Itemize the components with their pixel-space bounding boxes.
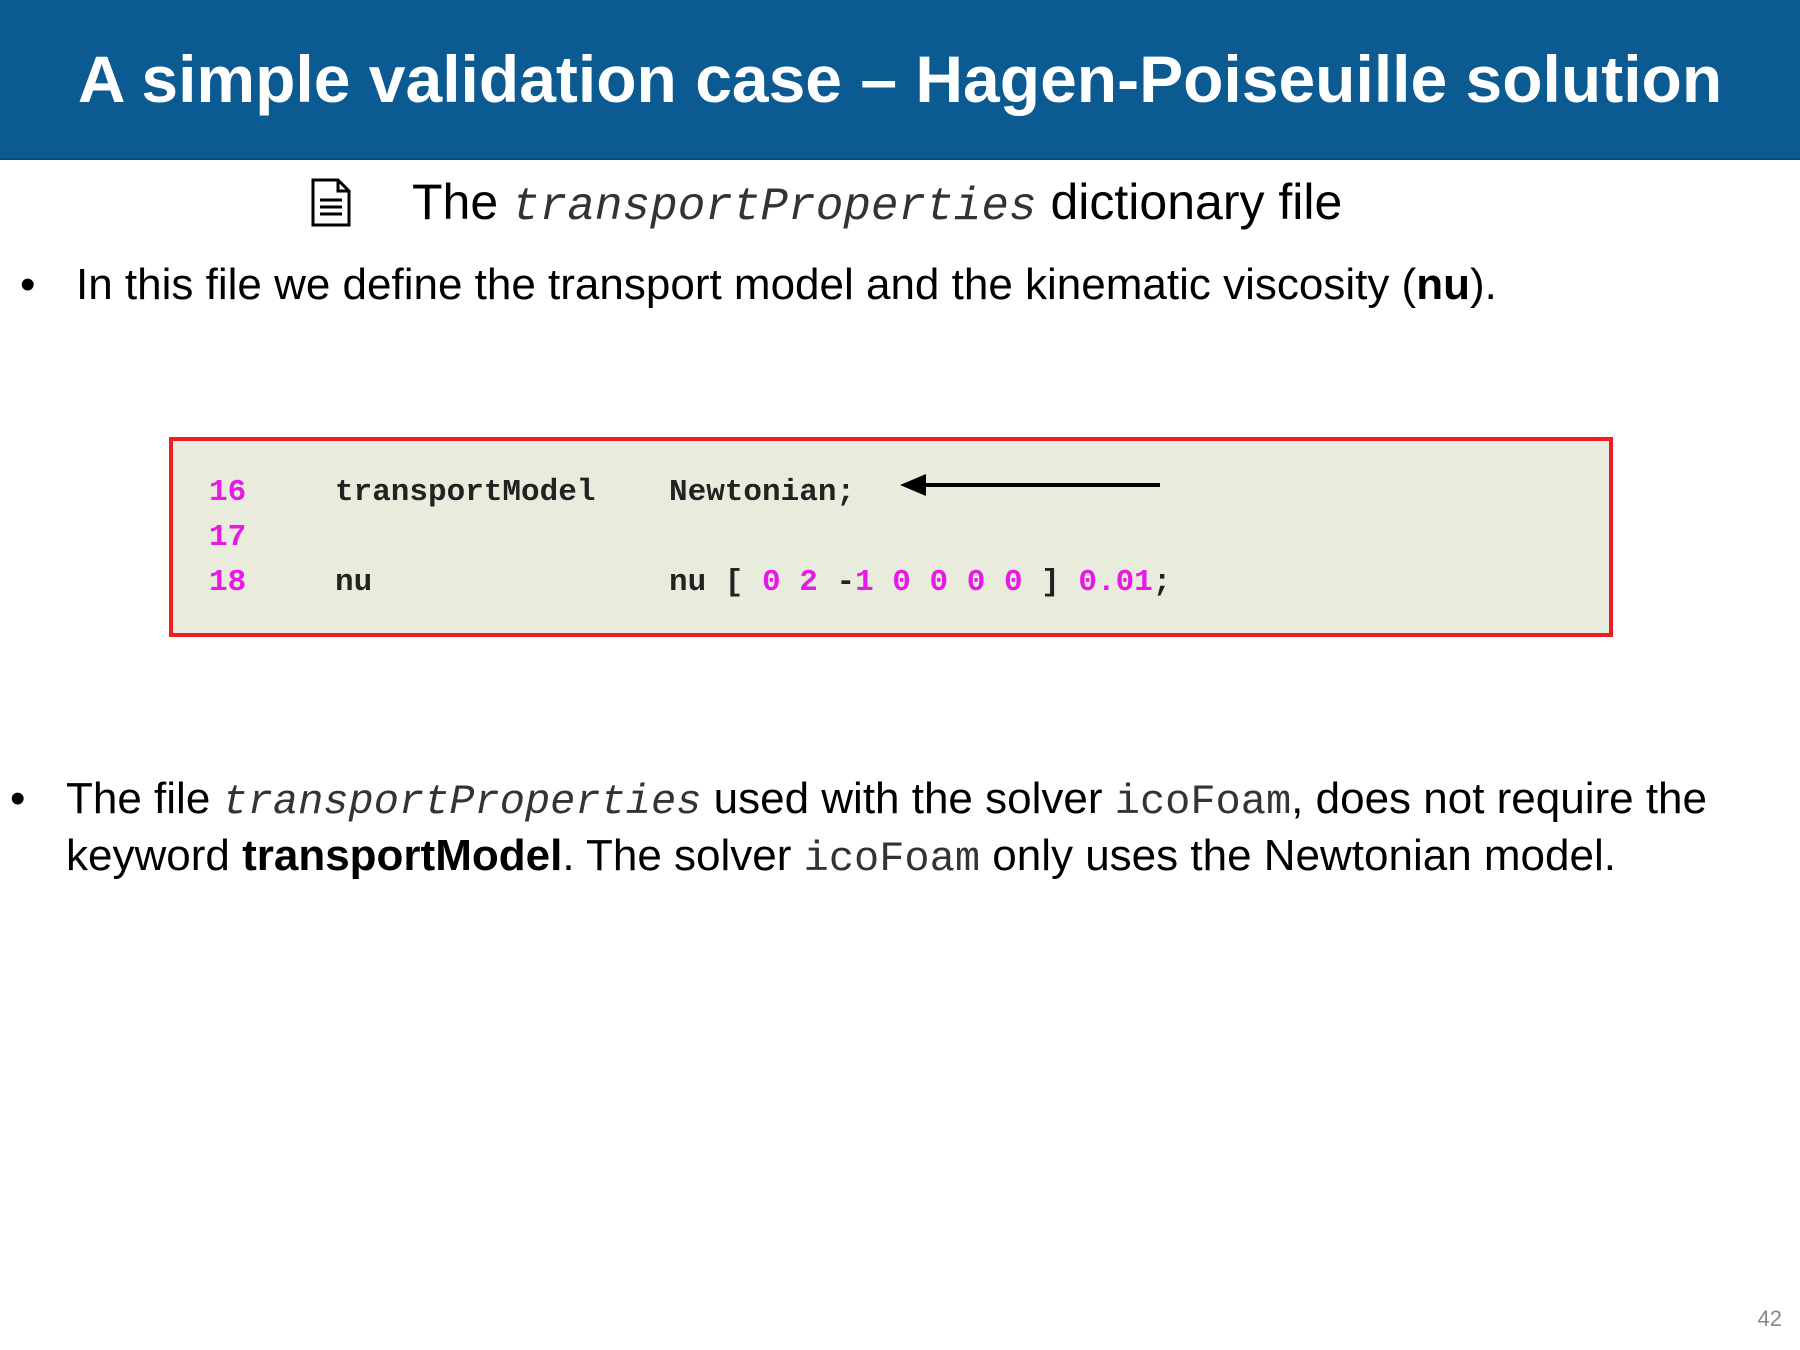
line-number: 18	[209, 565, 247, 600]
dim-current: 0	[966, 565, 986, 600]
arrow-icon	[900, 474, 1160, 496]
bullet-2-t5: only uses the Newtonian model.	[980, 831, 1616, 880]
code-line-18: 18 nu nu [ 0 2 -1 0 0 0 0 ] 0.01;	[209, 561, 1171, 605]
code-value-prefix: nu [	[669, 565, 763, 600]
page-number: 42	[1757, 1306, 1782, 1331]
bullet-2-t1: The file	[66, 774, 223, 823]
line-number: 17	[209, 520, 247, 555]
dim-time: 1	[855, 565, 874, 600]
code-keyword: transportModel	[335, 475, 596, 510]
bullet-1-text: In this file we define the transport mod…	[76, 258, 1497, 312]
bullet-1-bold: nu	[1416, 260, 1470, 309]
code-line-16: 16 transportModel Newtonian;	[209, 471, 855, 515]
code-value: Newtonian;	[669, 475, 856, 510]
code-box: 16 transportModel Newtonian; 17 18 nu nu [ 0…	[169, 437, 1613, 637]
bullet-2-solver-2: icoFoam	[803, 835, 981, 883]
document-icon	[311, 178, 351, 227]
code-line-17: 17	[209, 516, 335, 560]
terminator: ;	[1152, 565, 1172, 600]
bullet-dot: •	[20, 260, 36, 309]
bullet-2-t2: used with the solver	[701, 774, 1115, 823]
dim-mass: 0	[762, 565, 781, 600]
bullet-dot: •	[10, 774, 26, 823]
bullet-2-solver: icoFoam	[1114, 778, 1292, 826]
dim-quantity: 0	[929, 565, 949, 600]
subtitle-suffix: dictionary file	[1050, 174, 1343, 230]
subtitle-text: The transportProperties dictionary file	[412, 173, 1342, 233]
line-number: 16	[209, 475, 247, 510]
code-keyword: nu	[335, 565, 373, 600]
subtitle: The transportProperties dictionary file	[310, 168, 1342, 238]
subtitle-prefix: The	[412, 174, 499, 230]
dim-luminous: 0	[1003, 565, 1023, 600]
bullet-2-file-name: transportProperties	[222, 778, 702, 826]
subtitle-file-name: transportProperties	[512, 181, 1037, 233]
code-value-close: ]	[1022, 565, 1079, 600]
bullet-2-text: The file transportProperties used with t…	[66, 772, 1786, 886]
scalar-value: 0.01	[1078, 565, 1153, 600]
bullet-1-text-after: ).	[1469, 260, 1497, 309]
dim-length: 2	[799, 565, 818, 600]
dim-minus: -	[836, 565, 856, 600]
bullet-2-bold: transportModel	[242, 831, 563, 880]
title-bar: A simple validation case – Hagen-Poiseui…	[0, 0, 1800, 160]
slide-title: A simple validation case – Hagen-Poiseui…	[77, 42, 1723, 116]
bullet-2-t4: . The solver	[562, 831, 804, 880]
dim-temperature: 0	[892, 565, 911, 600]
bullet-1-text-before: In this file we define the transport mod…	[76, 260, 1417, 309]
